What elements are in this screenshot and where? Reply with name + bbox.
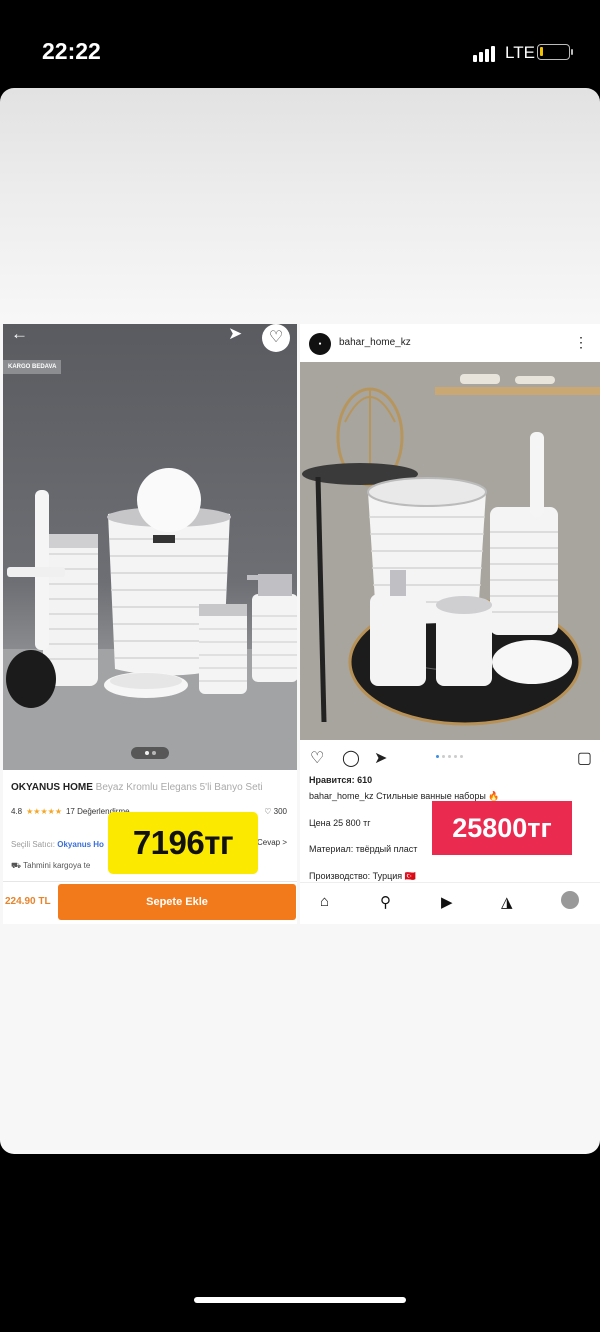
star-rating-icon: ★★★★★ (26, 807, 62, 816)
bath-set-illustration (3, 468, 297, 770)
product-price: 224.90 TL (5, 896, 51, 907)
rating-value: 4.8 (11, 807, 23, 816)
bookmark-icon[interactable]: ▢ (577, 748, 592, 768)
brand-name[interactable]: OKYANUS HOME (11, 782, 93, 793)
price-overlay-red: 25800тг (432, 801, 572, 855)
status-bar: 22:22 LTE (0, 0, 600, 88)
price-overlay-yellow: 7196тг (108, 812, 258, 874)
qa-link[interactable]: Cevap > (257, 838, 287, 847)
home-indicator[interactable] (194, 1297, 406, 1303)
product-photo[interactable]: ← ➤ ♡ KARGO BEDAVA (3, 324, 297, 770)
network-type: LTE (505, 43, 535, 62)
seller-label: Seçili Satıcı: (11, 840, 56, 849)
product-name: Beyaz Kromlu Elegans 5'li Banyo Seti (95, 782, 263, 793)
reels-icon[interactable]: ▶ (441, 893, 453, 911)
more-options-icon[interactable]: ⋮ (574, 334, 588, 351)
search-icon[interactable]: ⚲ (380, 893, 391, 911)
back-arrow-icon[interactable]: ← (11, 324, 28, 344)
bath-set-photo-illustration (300, 362, 600, 740)
shipping-estimate: ⛟ Tahmini kargoya te (11, 861, 91, 870)
shared-image-card: ← ➤ ♡ KARGO BEDAVA OKYANUS HOME Beyaz Kr… (0, 88, 600, 1154)
heart-icon[interactable]: ♡ (262, 324, 290, 352)
instagram-bottom-nav: ⌂ ⚲ ▶ ◮ (300, 882, 600, 923)
carousel-dots (436, 755, 470, 760)
caption-text: Стильные ванные наборы 🔥 (376, 791, 500, 801)
like-icon[interactable]: ♡ (310, 748, 324, 768)
product-title: OKYANUS HOME Beyaz Kromlu Elegans 5'li B… (11, 782, 263, 793)
battery-icon (537, 44, 573, 60)
caption-price-line: Цена 25 800 тг (309, 818, 371, 828)
post-username[interactable]: bahar_home_kz (339, 337, 411, 348)
comment-icon[interactable]: ◯ (342, 748, 360, 768)
post-photo[interactable] (300, 362, 600, 740)
share-icon[interactable]: ➤ (374, 748, 387, 768)
clock: 22:22 (42, 38, 101, 64)
favorite-count[interactable]: ♡ 300 (264, 807, 287, 816)
divider (3, 881, 297, 882)
image-pager-dots (131, 747, 169, 759)
seller-row: Seçili Satıcı: Okyanus Ho (11, 840, 104, 849)
truck-icon: ⛟ (11, 861, 22, 870)
shop-icon[interactable]: ◮ (501, 893, 513, 911)
share-icon[interactable]: ➤ (228, 324, 242, 344)
profile-avatar[interactable] (561, 891, 579, 909)
caption-origin-line: Производство: Турция 🇹🇷 (309, 871, 416, 881)
caption-material-line: Материал: твёрдый пласт (309, 844, 418, 854)
post-header: ● bahar_home_kz ⋮ (300, 324, 600, 362)
heart-icon: ♡ (264, 807, 272, 816)
signal-icon (473, 44, 499, 62)
free-shipping-badge: KARGO BEDAVA (3, 360, 62, 374)
home-icon[interactable]: ⌂ (320, 893, 329, 910)
caption-username[interactable]: bahar_home_kz (309, 791, 374, 801)
seller-link[interactable]: Okyanus Ho (57, 840, 104, 849)
like-count[interactable]: Нравится: 610 (309, 775, 372, 785)
add-to-cart-button[interactable]: Sepete Ekle (58, 884, 296, 920)
avatar[interactable]: ● (309, 333, 331, 355)
